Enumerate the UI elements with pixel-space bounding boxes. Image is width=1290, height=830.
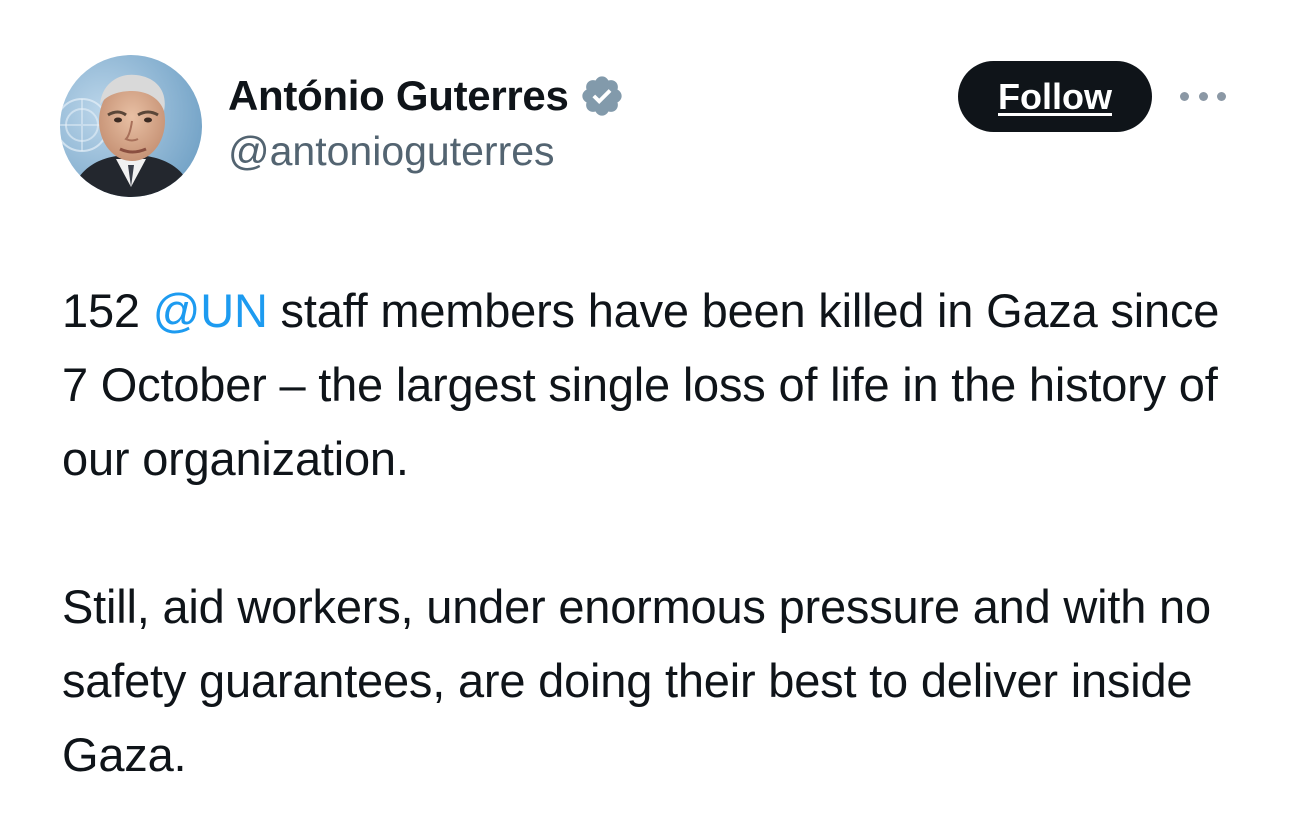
follow-button[interactable]: Follow [958,61,1152,132]
tweet-card: António Guterres @antonioguterres Follow… [0,0,1290,830]
tweet-paragraph: Still, aid workers, under enormous press… [62,580,1211,781]
author-handle[interactable]: @antonioguterres [228,128,625,175]
dot [1180,91,1189,101]
display-name[interactable]: António Guterres [228,72,569,120]
dot [1198,91,1208,101]
name-row: António Guterres [228,66,625,126]
text-segment: 152 [62,284,153,337]
avatar[interactable] [60,55,202,197]
avatar-portrait-icon [60,55,202,197]
verified-badge-icon[interactable] [579,73,625,119]
author-info: António Guterres @antonioguterres [228,66,625,175]
dot [1217,91,1226,101]
more-options-icon[interactable] [1180,86,1226,106]
mention-link[interactable]: @UN [153,284,268,337]
tweet-text: 152 @UN staff members have been killed i… [62,274,1252,792]
tweet-paragraph: 152 @UN staff members have been killed i… [62,274,1252,496]
